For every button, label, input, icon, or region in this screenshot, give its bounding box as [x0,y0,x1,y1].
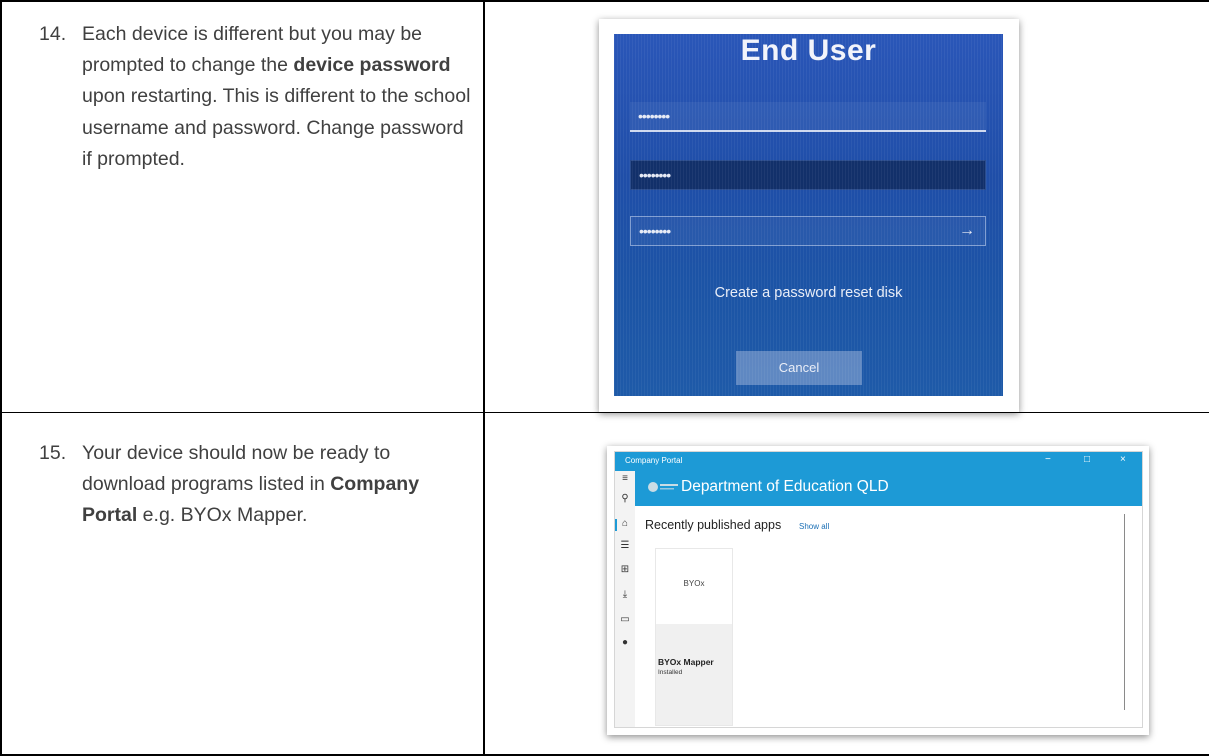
search-icon[interactable]: ⚲ [618,493,632,504]
cancel-button[interactable]: Cancel [736,351,862,385]
submit-arrow-icon[interactable]: → [959,217,975,245]
step-text: e.g. BYOx Mapper. [137,504,308,527]
login-screen: End User •••••••• •••••••• •••••••• → Cre… [614,34,1003,396]
queensland-government-logo [648,482,678,492]
login-title: End User [740,34,877,67]
minimize-icon[interactable]: − [1045,454,1051,465]
company-portal-window: Company Portal − □ × Department of Educa… [614,451,1143,728]
password-reset-link[interactable]: Create a password reset disk [614,285,1003,301]
step-15-screenshot-cell: Company Portal − □ × Department of Educa… [483,413,1209,756]
step-text: upon restarting. This is different to th… [82,85,471,170]
confirm-password-field[interactable]: •••••••• → [630,216,986,246]
organization-name: Department of Education QLD [681,478,889,495]
instruction-table: 14. Each device is different but you may… [0,0,1209,756]
home-icon[interactable]: ⌂ [615,518,632,531]
close-icon[interactable]: × [1120,454,1126,465]
step-15-cell: 15. Your device should now be ready to d… [0,413,483,756]
recently-published-heading: Recently published apps [645,518,782,532]
title-bar: Company Portal − □ × [615,452,1142,471]
app-thumbnail-label: BYOx [683,579,705,588]
apps-grid-icon[interactable]: ⊞ [618,564,632,575]
left-navigation: ≡ ⚲ ⌂ ☰ ⊞ ⤓ ▭ ● [615,471,635,727]
show-all-link[interactable]: Show all [799,522,829,531]
device-icon[interactable]: ▭ [618,614,632,625]
step-15-text: 15. Your device should now be ready to d… [39,438,472,532]
password-mask: •••••••• [639,223,671,239]
maximize-icon[interactable]: □ [1084,454,1090,465]
list-icon[interactable]: ☰ [618,540,632,551]
step-number: 15. [39,442,67,464]
step-14-text: 14. Each device is different but you may… [39,19,472,175]
app-status: Installed [658,669,683,676]
step-bold-term: device password [293,54,451,77]
step-number: 14. [39,23,67,45]
new-password-field[interactable]: •••••••• [630,160,986,190]
help-icon[interactable]: ● [618,637,632,648]
login-screenshot: End User •••••••• •••••••• •••••••• → Cre… [599,19,1019,412]
password-mask: •••••••• [638,108,670,124]
download-icon[interactable]: ⤓ [618,589,632,600]
current-password-field[interactable]: •••••••• [630,102,986,132]
app-name: BYOx Mapper [658,657,714,667]
menu-icon[interactable]: ≡ [618,473,632,484]
window-title: Company Portal [625,456,683,465]
company-portal-screenshot: Company Portal − □ × Department of Educa… [607,446,1149,735]
portal-header: Department of Education QLD [635,471,1142,506]
step-14-screenshot-cell: End User •••••••• •••••••• •••••••• → Cre… [483,0,1209,413]
password-mask: •••••••• [639,167,671,183]
step-14-cell: 14. Each device is different but you may… [0,0,483,413]
app-tile-byox-mapper[interactable]: BYOx BYOx Mapper Installed [655,548,733,726]
scrollbar[interactable] [1124,514,1125,710]
